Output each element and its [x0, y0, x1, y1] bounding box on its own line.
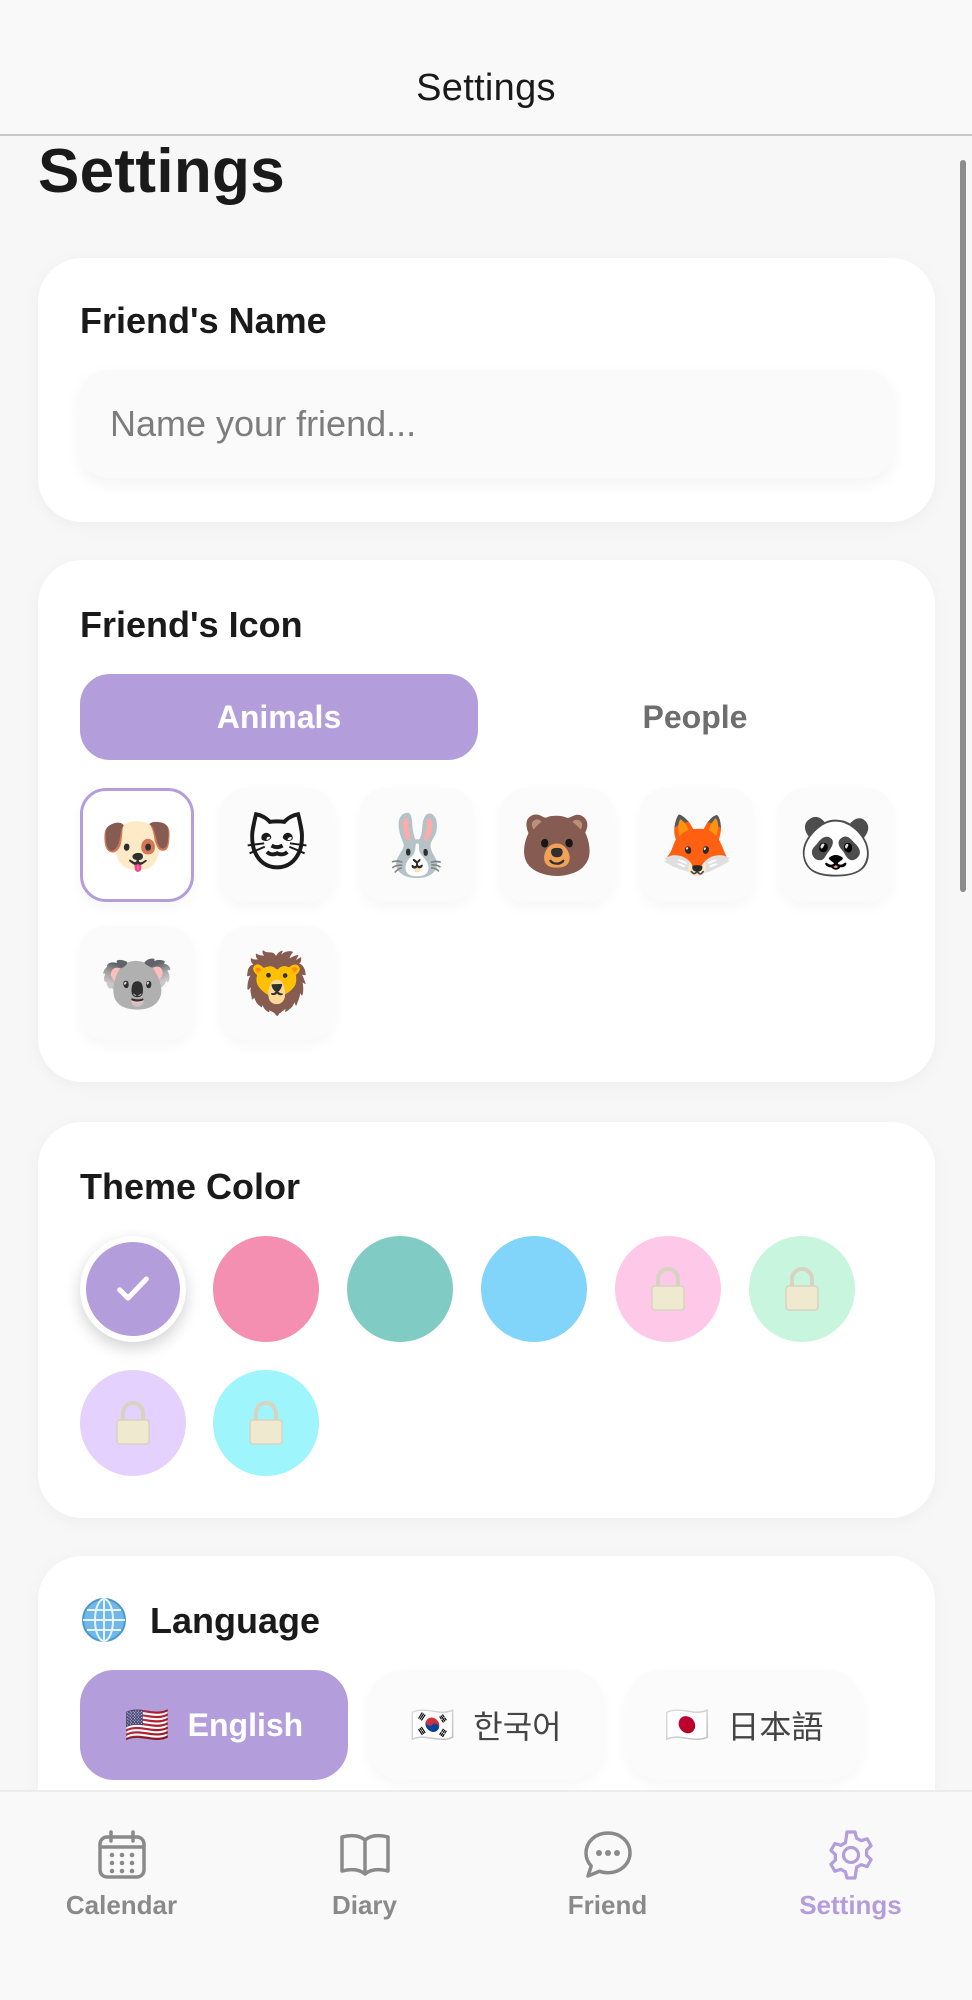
theme-swatch-light-pink-locked[interactable] — [615, 1236, 721, 1342]
language-option-english[interactable]: 🇺🇸 English — [80, 1670, 348, 1780]
globe-icon — [82, 1598, 126, 1642]
scroll-content[interactable]: Settings Friend's Name Friend's Icon Ani… — [0, 136, 972, 1790]
tab-label: Calendar — [65, 1890, 178, 1920]
theme-swatch-aqua-locked[interactable] — [213, 1370, 319, 1476]
icon-option-cat[interactable]: 🐱 — [220, 788, 334, 902]
theme-swatch-lavender-locked[interactable] — [80, 1370, 186, 1476]
tab-diary[interactable]: Diary — [243, 1828, 486, 1938]
tab-bar: Calendar Diary Friend Settings — [0, 1790, 972, 2000]
friend-icon-title: Friend's Icon — [80, 604, 303, 645]
icon-option-koala[interactable]: 🐨 — [80, 926, 194, 1040]
icon-option-lion[interactable]: 🦁 — [220, 926, 334, 1040]
gear-icon — [828, 1830, 873, 1880]
language-label: 日本語 — [727, 1709, 824, 1745]
theme-color-card: Theme Color — [38, 1122, 935, 1518]
language-label: English — [187, 1706, 304, 1743]
language-card: Language 🇺🇸 English 🇰🇷 한국어 🇯🇵 日本語 — [38, 1556, 935, 1790]
language-title: Language — [150, 1600, 321, 1641]
theme-swatch-teal[interactable] — [347, 1236, 453, 1342]
chat-bubble-icon — [583, 1831, 632, 1878]
theme-swatch-purple[interactable] — [80, 1236, 186, 1342]
theme-color-title: Theme Color — [80, 1166, 301, 1207]
us-flag-icon: 🇺🇸 — [124, 1704, 170, 1745]
tab-calendar[interactable]: Calendar — [0, 1828, 243, 1938]
language-option-korean[interactable]: 🇰🇷 한국어 — [368, 1670, 604, 1780]
kr-flag-icon: 🇰🇷 — [410, 1704, 456, 1745]
theme-swatch-sky-blue[interactable] — [481, 1236, 587, 1342]
calendar-icon — [97, 1830, 146, 1879]
tab-label: Friend — [567, 1890, 648, 1920]
language-label: 한국어 — [473, 1709, 562, 1745]
friend-icon-card: Friend's Icon Animals People 🐶 🐱 🐰 🐻 🦊 🐼… — [38, 560, 935, 1082]
tab-label: Settings — [799, 1890, 902, 1920]
icon-option-bear[interactable]: 🐻 — [500, 788, 614, 902]
settings-screen: Settings Settings Friend's Name Friend's… — [0, 0, 972, 2000]
navigation-bar: Settings — [0, 0, 972, 136]
tab-label: Diary — [331, 1890, 398, 1920]
lock-icon — [651, 1267, 685, 1311]
icon-option-fox[interactable]: 🦊 — [640, 788, 754, 902]
friend-name-card: Friend's Name — [38, 258, 935, 522]
nav-title: Settings — [416, 67, 556, 109]
checkmark-icon — [117, 1276, 149, 1301]
language-option-japanese[interactable]: 🇯🇵 日本語 — [626, 1670, 862, 1780]
lock-icon — [785, 1267, 819, 1311]
tab-people[interactable]: People — [496, 674, 894, 760]
lock-icon — [249, 1401, 283, 1445]
tab-settings[interactable]: Settings — [729, 1828, 972, 1938]
icon-category-tabs: Animals People — [80, 674, 893, 760]
theme-swatch-pink[interactable] — [213, 1236, 319, 1342]
page-title: Settings — [38, 137, 285, 206]
tab-friend[interactable]: Friend — [486, 1828, 729, 1938]
friend-name-input[interactable] — [80, 370, 893, 478]
icon-option-dog[interactable]: 🐶 — [80, 788, 194, 902]
jp-flag-icon: 🇯🇵 — [664, 1704, 710, 1745]
icon-option-panda[interactable]: 🐼 — [779, 788, 893, 902]
icon-option-rabbit[interactable]: 🐰 — [360, 788, 474, 902]
friend-name-title: Friend's Name — [80, 300, 327, 341]
tab-animals[interactable]: Animals — [80, 674, 478, 760]
scrollbar[interactable] — [960, 160, 966, 892]
lock-icon — [116, 1401, 150, 1445]
theme-swatch-mint-locked[interactable] — [749, 1236, 855, 1342]
book-icon — [339, 1834, 390, 1876]
